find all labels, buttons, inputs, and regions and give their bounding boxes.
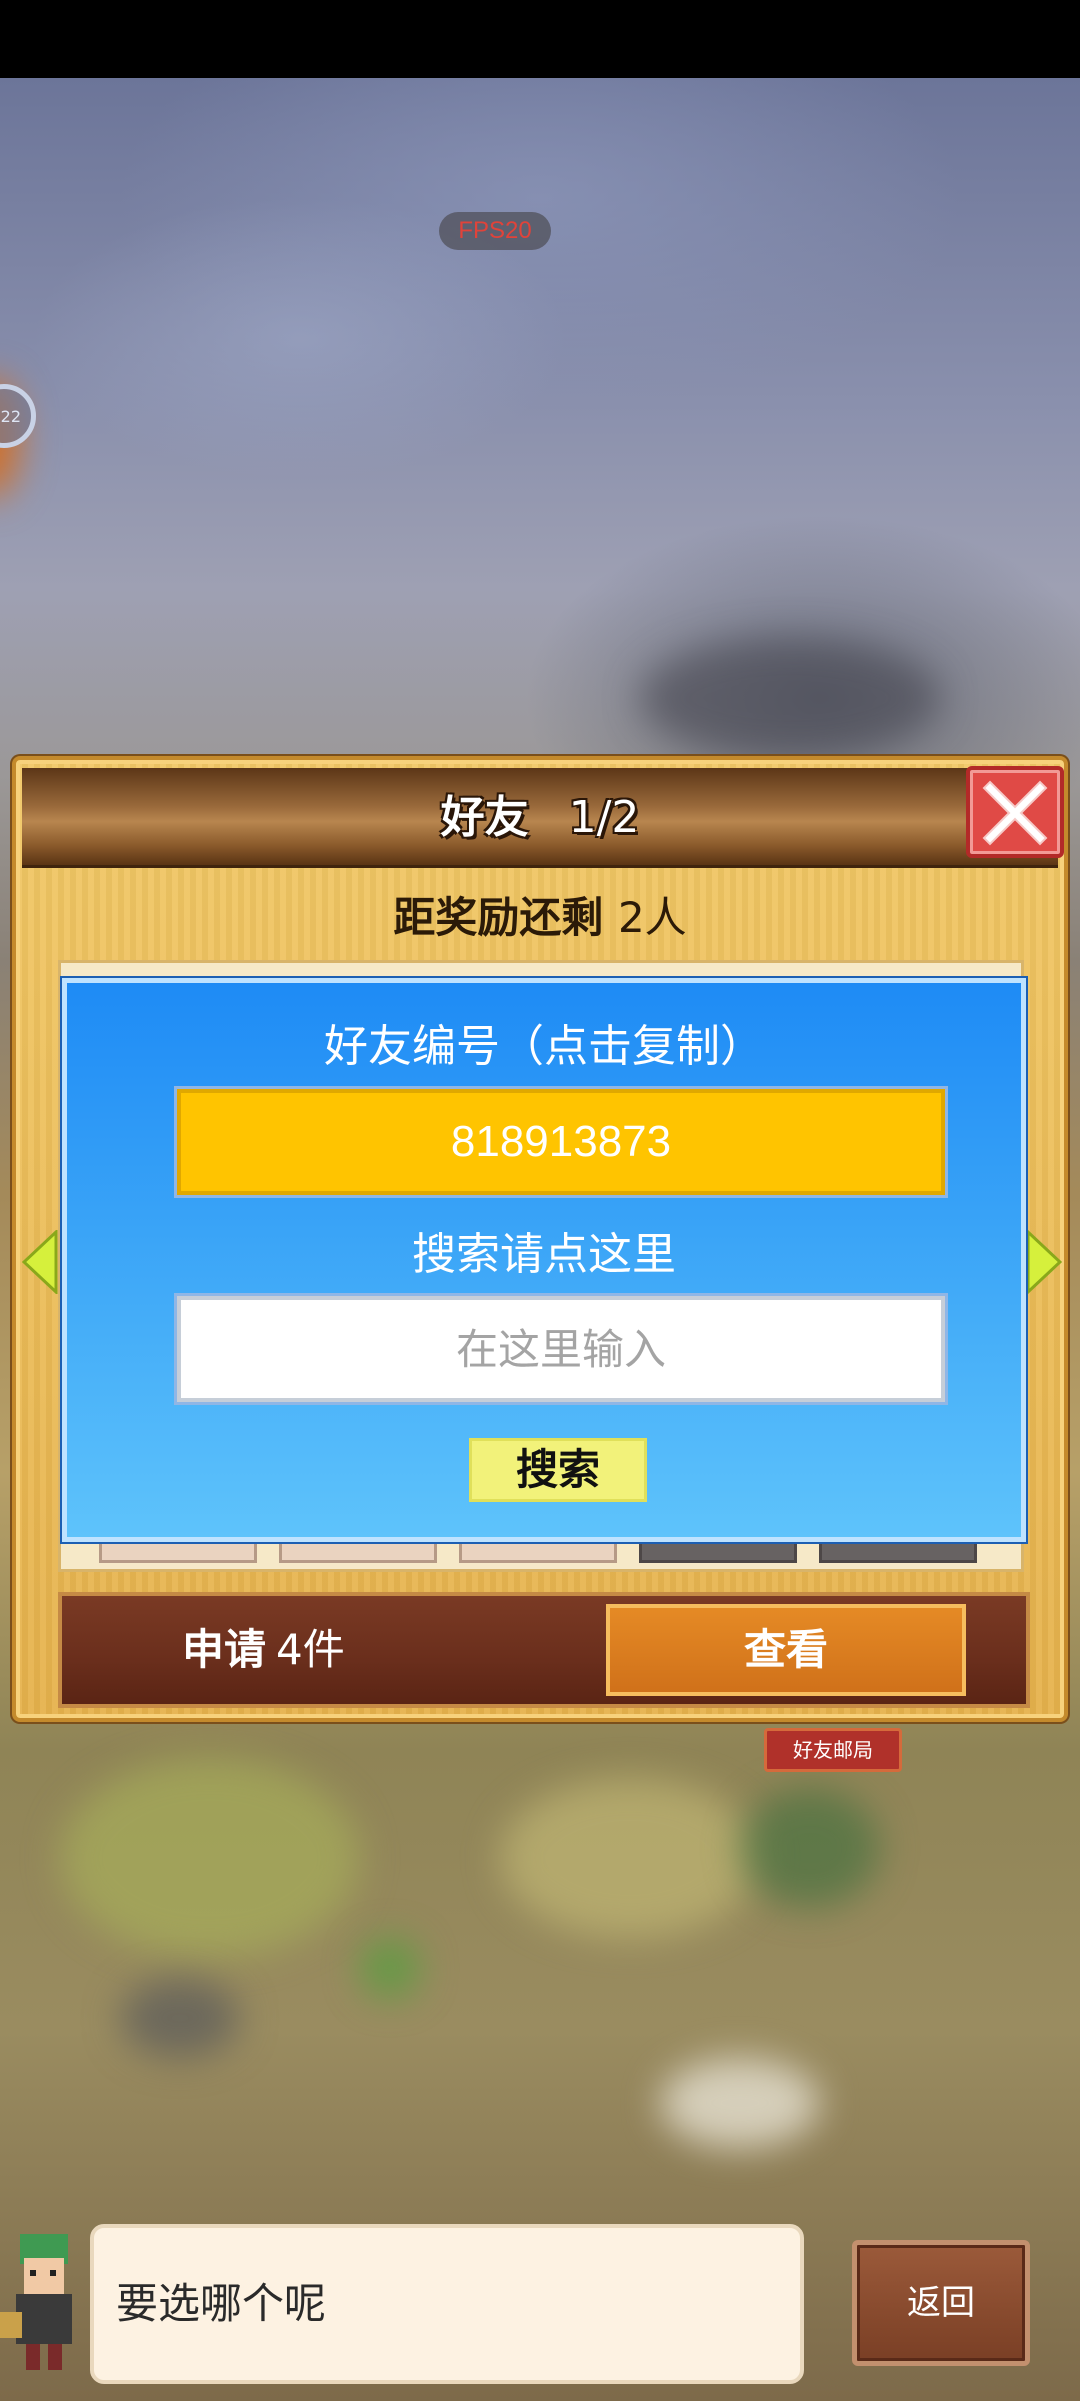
speech-text: 要选哪个呢	[116, 2279, 327, 2328]
reward-count: 2人	[617, 893, 687, 942]
fps-counter: FPS20	[439, 212, 551, 250]
dialog-header: 好友 1/2	[22, 768, 1058, 868]
reward-prefix: 距奖励还剩	[393, 893, 604, 942]
requests-bar: 申请 4件 查看	[58, 1592, 1030, 1708]
friend-id-title: 好友编号（点击复制）	[324, 1021, 764, 1072]
character-avatar	[0, 2234, 72, 2370]
left-arrow-icon[interactable]	[22, 1230, 58, 1294]
back-button[interactable]: 返回	[852, 2240, 1030, 2366]
friend-post-office-sign[interactable]: 好友邮局	[764, 1728, 902, 1772]
requests-label: 申请 4件	[182, 1596, 345, 1704]
search-hint: 搜索请点这里	[412, 1229, 676, 1280]
speech-bubble: 要选哪个呢	[90, 2224, 804, 2384]
right-arrow-icon[interactable]	[1026, 1230, 1062, 1294]
friend-id-copy-box[interactable]: 818913873	[177, 1089, 945, 1195]
page-indicator: 1/2	[568, 792, 640, 843]
search-button[interactable]: 搜索	[469, 1438, 647, 1502]
status-bar	[0, 0, 1080, 78]
reward-progress: 距奖励还剩 2人	[16, 888, 1064, 948]
friends-dialog: 好友 1/2 距奖励还剩 2人 好友编号（点击复制） 818913873 搜索请点…	[12, 756, 1068, 1722]
close-button[interactable]	[966, 766, 1064, 858]
requests-label-text: 申请	[182, 1625, 267, 1674]
friend-search-input[interactable]	[177, 1296, 945, 1402]
dialog-title: 好友 1/2	[22, 768, 1058, 868]
close-icon	[982, 780, 1048, 846]
requests-count: 4件	[276, 1625, 345, 1674]
title-text: 好友	[440, 792, 529, 843]
view-requests-button[interactable]: 查看	[606, 1604, 966, 1696]
friend-search-popup: 好友编号（点击复制） 818913873 搜索请点这里 搜索	[62, 978, 1026, 1542]
